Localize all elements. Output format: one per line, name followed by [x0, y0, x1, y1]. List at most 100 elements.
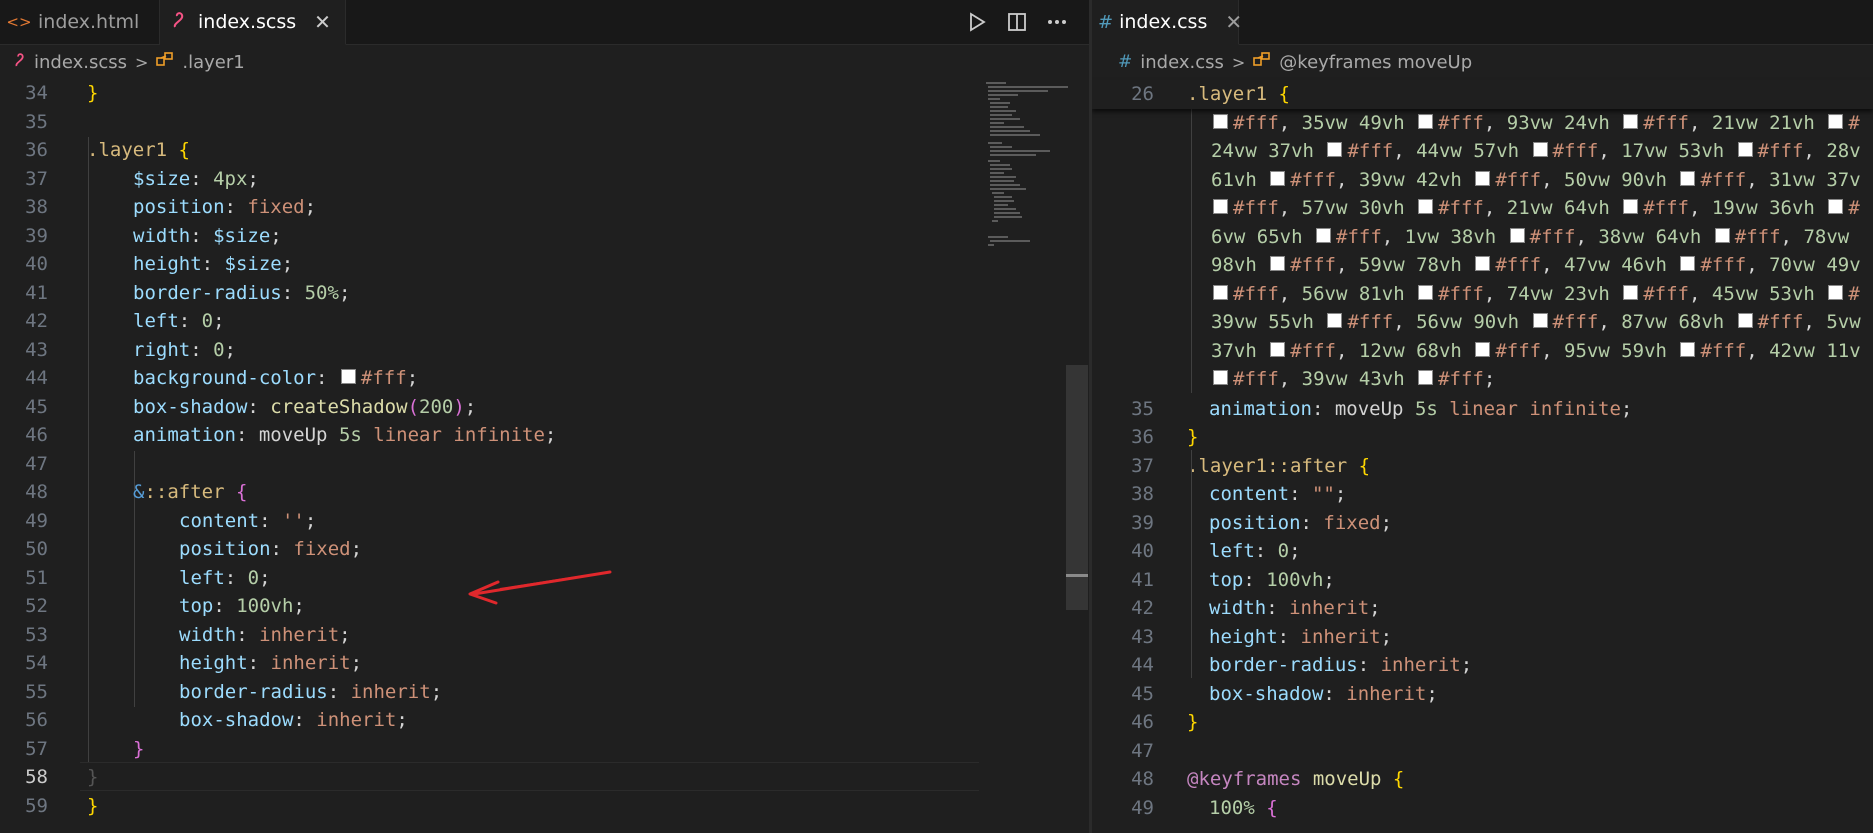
color-swatch[interactable]	[1532, 313, 1548, 328]
color-swatch[interactable]	[1213, 370, 1228, 385]
color-swatch[interactable]	[340, 369, 356, 384]
code-line[interactable]: 49 content: '';	[0, 507, 1089, 536]
color-swatch[interactable]	[1680, 341, 1696, 357]
code-line[interactable]: 34}	[0, 79, 1089, 108]
code-line[interactable]: #fff, 56vw 81vh #fff, 74vw 23vh #fff, 45…	[1092, 280, 1873, 309]
close-icon[interactable]: ✕	[1225, 10, 1242, 34]
color-swatch[interactable]	[1475, 341, 1491, 357]
line-number: 43	[25, 338, 48, 361]
color-swatch[interactable]	[1213, 284, 1228, 300]
code-line[interactable]: 61vh #fff, 39vw 42vh #fff, 50vw 90vh #ff…	[1092, 166, 1873, 195]
code-line[interactable]: 40 height: $size;	[0, 250, 1089, 279]
code-line[interactable]: 48 &::after {	[0, 478, 1089, 507]
code-line[interactable]: #fff, 35vw 49vh #fff, 93vw 24vh #fff, 21…	[1092, 109, 1873, 138]
code-line[interactable]: 56 box-shadow: inherit;	[0, 706, 1089, 735]
code-line[interactable]: 40 left: 0;	[1092, 537, 1873, 566]
code-line[interactable]: 49 100% {	[1092, 794, 1873, 823]
code-line[interactable]: 48 @keyframes moveUp {	[1092, 765, 1873, 794]
breadcrumb-symbol[interactable]: .layer1	[182, 52, 244, 73]
code-line[interactable]: 53 width: inherit;	[0, 621, 1089, 650]
code-line[interactable]: 58}	[0, 763, 1089, 792]
color-swatch[interactable]	[1418, 199, 1434, 214]
color-swatch[interactable]	[1828, 284, 1844, 300]
code-line[interactable]: 59}	[0, 792, 1089, 821]
code-line[interactable]: 45 box-shadow: createShadow(200);	[0, 393, 1089, 422]
code-line[interactable]: 37 .layer1::after {	[1092, 452, 1873, 481]
color-swatch[interactable]	[1532, 142, 1548, 157]
code-line[interactable]: #fff, 57vw 30vh #fff, 21vw 64vh #fff, 19…	[1092, 194, 1873, 223]
color-swatch[interactable]	[1714, 227, 1730, 243]
code-line[interactable]: 46}	[1092, 708, 1873, 737]
code-line[interactable]: 38 content: "";	[1092, 480, 1873, 509]
code-line[interactable]: 39vw 55vh #fff, 56vw 90vh #fff, 87vw 68v…	[1092, 308, 1873, 337]
code-line[interactable]: 54 height: inherit;	[0, 649, 1089, 678]
color-swatch[interactable]	[1475, 170, 1491, 186]
code-line[interactable]: 44 background-color: #fff;	[0, 364, 1089, 393]
code-line[interactable]: 38 position: fixed;	[0, 193, 1089, 222]
color-swatch[interactable]	[1623, 199, 1639, 214]
code-line[interactable]: 45 box-shadow: inherit;	[1092, 680, 1873, 709]
code-line[interactable]: 43 right: 0;	[0, 336, 1089, 365]
code-line[interactable]: 35	[0, 108, 1089, 137]
code-line[interactable]: 37vh #fff, 12vw 68vh #fff, 95vw 59vh #ff…	[1092, 337, 1873, 366]
color-swatch[interactable]	[1418, 370, 1434, 385]
color-swatch[interactable]	[1828, 199, 1844, 214]
color-swatch[interactable]	[1680, 256, 1696, 271]
code-line[interactable]: 43 height: inherit;	[1092, 623, 1873, 652]
code-line[interactable]: 24vw 37vh #fff, 44vw 57vh #fff, 17vw 53v…	[1092, 137, 1873, 166]
code-line[interactable]: 6vw 65vh #fff, 1vw 38vh #fff, 38vw 64vh …	[1092, 223, 1873, 252]
color-swatch[interactable]	[1316, 227, 1331, 243]
color-swatch[interactable]	[1270, 170, 1286, 186]
color-swatch[interactable]	[1828, 113, 1844, 129]
color-swatch[interactable]	[1327, 142, 1343, 157]
code-line[interactable]: 41 border-radius: 50%;	[0, 279, 1089, 308]
color-swatch[interactable]	[1623, 113, 1639, 129]
code-line[interactable]: 37 $size: 4px;	[0, 165, 1089, 194]
color-swatch[interactable]	[1270, 256, 1286, 271]
code-line[interactable]: #fff, 39vw 43vh #fff;	[1092, 365, 1873, 394]
code-text: box-shadow: inherit;	[1209, 682, 1438, 705]
code-line[interactable]: 42 width: inherit;	[1092, 594, 1873, 623]
tab-index-html[interactable]: <> index.html	[0, 0, 160, 44]
color-swatch[interactable]	[1623, 284, 1639, 300]
color-swatch[interactable]	[1327, 313, 1343, 328]
code-line[interactable]: 98vh #fff, 59vw 78vh #fff, 47vw 46vh #ff…	[1092, 251, 1873, 280]
breadcrumb-file[interactable]: index.scss	[34, 52, 127, 73]
code-line[interactable]: 42 left: 0;	[0, 307, 1089, 336]
color-swatch[interactable]	[1418, 284, 1434, 300]
close-icon[interactable]: ✕	[314, 10, 331, 34]
tab-index-scss[interactable]: index.scss ✕	[160, 0, 346, 45]
color-swatch[interactable]	[1213, 199, 1228, 214]
code-line[interactable]: 39 width: $size;	[0, 222, 1089, 251]
split-editor-icon[interactable]	[997, 0, 1037, 44]
tab-index-css[interactable]: # index.css ✕	[1092, 0, 1242, 45]
code-line[interactable]: 36}	[1092, 423, 1873, 452]
code-line[interactable]: 36 .layer1 {	[0, 136, 1089, 165]
color-swatch[interactable]	[1509, 227, 1525, 243]
code-line[interactable]: 41 top: 100vh;	[1092, 566, 1873, 595]
breadcrumb-file[interactable]: index.css	[1140, 52, 1224, 73]
color-swatch[interactable]	[1475, 256, 1491, 271]
code-line[interactable]: 55 border-radius: inherit;	[0, 678, 1089, 707]
minimap[interactable]	[984, 80, 1074, 280]
code-line[interactable]: 44 border-radius: inherit;	[1092, 651, 1873, 680]
code-line[interactable]: 46 animation: moveUp 5s linear infinite;	[0, 421, 1089, 450]
run-icon[interactable]	[957, 0, 997, 44]
css-code-editor[interactable]: 26.layer1 {94vh #fff, 97vw 76vh #fff, 7v…	[1092, 80, 1873, 833]
code-line[interactable]: 39 position: fixed;	[1092, 509, 1873, 538]
breadcrumb-symbol[interactable]: @keyframes moveUp	[1279, 52, 1472, 73]
code-line[interactable]: 57}	[0, 735, 1089, 764]
scss-file-icon	[14, 52, 26, 72]
code-line[interactable]: 47	[0, 450, 1089, 479]
scss-code-editor[interactable]: 34} 35 36 .layer1 {37 $size: 4px; 38 position:…	[0, 80, 1089, 833]
color-swatch[interactable]	[1270, 341, 1286, 357]
code-line[interactable]: 47	[1092, 737, 1873, 766]
color-swatch[interactable]	[1418, 113, 1434, 129]
color-swatch[interactable]	[1213, 113, 1228, 129]
code-line[interactable]: 35 animation: moveUp 5s linear infinite;	[1092, 395, 1873, 424]
sticky-scroll-header[interactable]: 26 .layer1 {	[1092, 80, 1873, 109]
color-swatch[interactable]	[1680, 170, 1696, 186]
color-swatch[interactable]	[1737, 142, 1753, 157]
color-swatch[interactable]	[1737, 313, 1753, 328]
more-actions-icon[interactable]	[1037, 0, 1077, 44]
